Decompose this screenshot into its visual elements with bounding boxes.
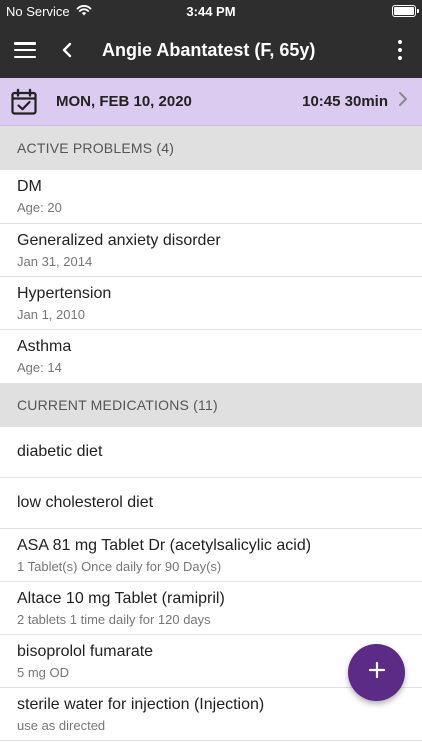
status-left: No Service [6, 4, 92, 19]
carrier-label: No Service [6, 3, 70, 19]
back-arrow-icon[interactable] [56, 39, 78, 61]
medication-row[interactable]: sterile water for injection (Injection) … [0, 688, 422, 741]
problem-detail: Jan 1, 2010 [17, 306, 85, 322]
add-fab-button[interactable] [348, 644, 405, 701]
medication-name: ASA 81 mg Tablet Dr (acetylsalicylic aci… [17, 536, 312, 554]
medication-name: Altace 10 mg Tablet (ramipril) [17, 589, 225, 607]
encounter-date-bar[interactable]: MON, FEB 10, 2020 10:45 30min [0, 78, 422, 126]
status-bar: No Service 3:44 PM [0, 0, 422, 22]
medication-detail: 1 Tablet(s) Once daily for 90 Day(s) [17, 558, 222, 574]
medication-name: diabetic diet [17, 443, 103, 460]
medication-detail: 2 tablets 1 time daily for 120 days [17, 611, 211, 627]
current-medications-header: CURRENT MEDICATIONS (11) [0, 383, 422, 427]
active-problems-header: ACTIVE PROBLEMS (4) [0, 126, 422, 170]
problem-name: Generalized anxiety disorder [17, 231, 221, 249]
encounter-time: 10:45 30min [302, 93, 388, 110]
encounter-date: MON, FEB 10, 2020 [56, 93, 192, 110]
chevron-right-icon [398, 91, 408, 112]
medication-row[interactable]: Altace 10 mg Tablet (ramipril) 2 tablets… [0, 582, 422, 635]
hamburger-menu-icon[interactable] [14, 42, 36, 58]
problem-detail: Age: 14 [17, 360, 62, 375]
problem-row[interactable]: Asthma Age: 14 [0, 330, 422, 383]
top-area: No Service 3:44 PM Angie Abantatest (F, … [0, 0, 422, 78]
patient-title: Angie Abantatest (F, 65y) [102, 39, 316, 60]
calendar-check-icon [10, 88, 38, 116]
problem-row[interactable]: Hypertension Jan 1, 2010 [0, 277, 422, 330]
problem-detail: Age: 20 [17, 200, 62, 215]
medication-detail: use as directed [17, 717, 106, 733]
wifi-icon [76, 4, 92, 19]
problem-detail: Jan 31, 2014 [17, 253, 93, 269]
problem-row[interactable]: Generalized anxiety disorder Jan 31, 201… [0, 224, 422, 277]
medication-row[interactable]: ASA 81 mg Tablet Dr (acetylsalicylic aci… [0, 529, 422, 582]
medication-row[interactable]: diabetic diet [0, 427, 422, 478]
app-bar: Angie Abantatest (F, 65y) [0, 22, 422, 78]
problem-name: Hypertension [17, 284, 112, 302]
medication-row[interactable]: low cholesterol diet [0, 478, 422, 529]
problem-name: DM [17, 178, 42, 195]
medication-name: low cholesterol diet [17, 494, 154, 511]
battery-icon [392, 5, 419, 17]
problem-row[interactable]: DM Age: 20 [0, 170, 422, 224]
plus-icon [368, 661, 386, 684]
more-vertical-icon[interactable] [390, 38, 410, 62]
medication-name: sterile water for injection (Injection) [17, 695, 265, 713]
problem-name: Asthma [17, 338, 72, 355]
